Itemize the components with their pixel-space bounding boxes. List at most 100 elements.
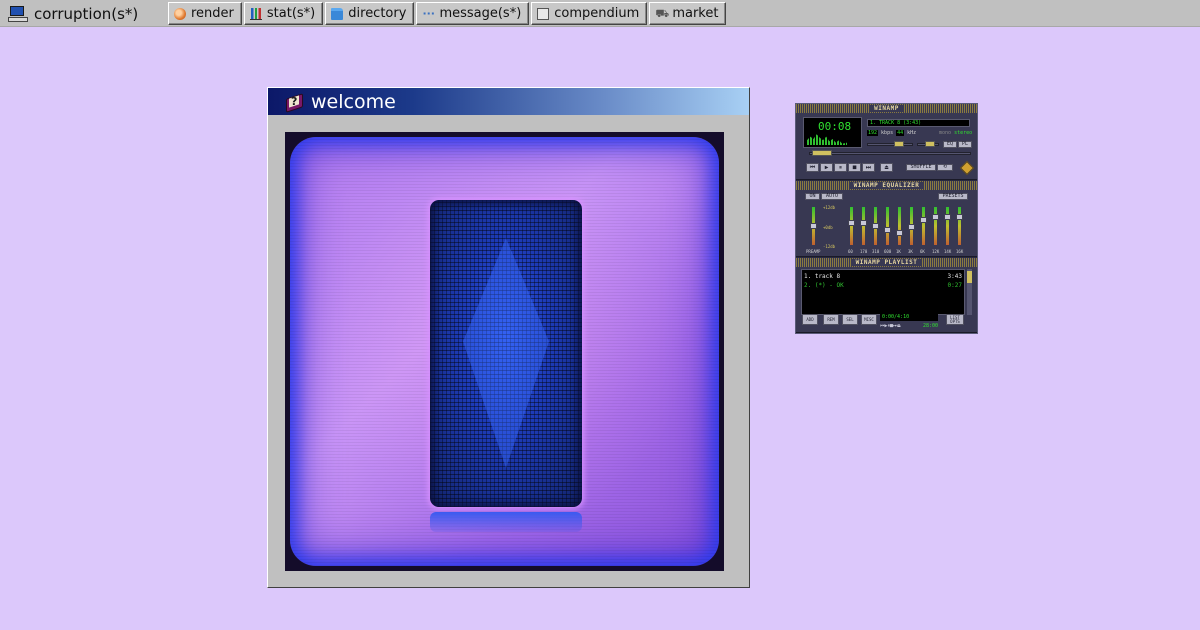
winamp-player: WINAMP 00:08 1. TRACK 8 (3:43) 192 kbps … xyxy=(795,103,978,334)
eq-band-slider[interactable] xyxy=(862,207,865,245)
eq-presets-button[interactable]: PRESETS xyxy=(938,193,968,200)
chart-icon xyxy=(249,7,262,20)
tab-label: compendium xyxy=(554,6,640,21)
winamp-visualizer xyxy=(807,134,847,145)
pl-titlebar[interactable]: WINAMP PLAYLIST xyxy=(796,258,977,267)
eq-band-label: 14K xyxy=(944,249,952,254)
pause-icon[interactable]: ⏸ xyxy=(834,163,847,172)
eq-on-button[interactable]: ON xyxy=(805,193,820,200)
playlist-item[interactable]: 2. (*) - OK 0:27 xyxy=(804,281,962,290)
eq-band-label: 16K xyxy=(956,249,964,254)
welcome-window: ? welcome xyxy=(267,87,750,588)
eq-band-knob[interactable] xyxy=(860,220,867,226)
eq-band-label: 12K xyxy=(932,249,940,254)
eq-band-label: 60 xyxy=(848,249,853,254)
pl-select-button[interactable]: SEL xyxy=(842,314,858,325)
pl-misc-button[interactable]: MISC xyxy=(861,314,877,325)
window-titlebar[interactable]: ? welcome xyxy=(268,88,749,115)
eq-band-knob[interactable] xyxy=(848,220,855,226)
eq-band-slider[interactable] xyxy=(922,207,925,245)
eq-band-knob[interactable] xyxy=(908,224,915,230)
previous-icon[interactable]: ⏮ xyxy=(806,163,819,172)
eq-band-slider[interactable] xyxy=(958,207,961,245)
winamp-time: 00:08 xyxy=(818,120,852,133)
eq-band-slider[interactable] xyxy=(898,207,901,245)
playlist-list: 1. track 8 3:43 2. (*) - OK 0:27 xyxy=(801,269,965,315)
eq-band-knob[interactable] xyxy=(920,217,927,223)
volume-slider[interactable] xyxy=(867,141,913,147)
artwork-image xyxy=(290,137,719,566)
winamp-main: WINAMP 00:08 1. TRACK 8 (3:43) 192 kbps … xyxy=(796,104,977,180)
eject-icon[interactable]: ⏏ xyxy=(880,163,893,172)
pl-time-display: 0:00/4:10 xyxy=(880,313,938,321)
eq-titlebar[interactable]: WINAMP EQUALIZER xyxy=(796,181,977,190)
eq-scale-mid: +0db xyxy=(823,225,833,230)
brand-label: corruption(s*) xyxy=(34,4,139,23)
pl-list-options-button[interactable]: LIST OPTS xyxy=(946,314,964,325)
eq-band-label: 3K xyxy=(908,249,913,254)
winamp-equalizer: WINAMP EQUALIZER ON AUTO PRESETS +12db +… xyxy=(796,181,977,257)
tab-messages[interactable]: ··· message(s*) xyxy=(416,2,530,25)
tab-label: directory xyxy=(348,6,407,21)
eq-band-label: 170 xyxy=(860,249,868,254)
next-icon[interactable]: ⏭ xyxy=(862,163,875,172)
help-book-icon: ? xyxy=(285,92,305,113)
taskbar: corruption(s*) render stat(s*) directory… xyxy=(0,0,1200,27)
playlist-item[interactable]: 1. track 8 3:43 xyxy=(804,272,962,281)
repeat-button[interactable]: ⟲ xyxy=(937,164,953,171)
eq-preamp-knob[interactable] xyxy=(810,223,817,229)
winamp-logo-icon[interactable] xyxy=(959,160,975,176)
artwork-frame xyxy=(285,132,724,571)
render-icon xyxy=(174,7,186,20)
balance-slider[interactable] xyxy=(917,141,939,147)
eq-band-knob[interactable] xyxy=(932,214,939,220)
eq-band-knob[interactable] xyxy=(956,214,963,220)
eq-band-label: 6K xyxy=(920,249,925,254)
speech-bubble-icon: ··· xyxy=(422,6,435,20)
eq-band-slider[interactable] xyxy=(946,207,949,245)
eq-auto-button[interactable]: AUTO xyxy=(821,193,843,200)
winamp-display: 00:08 xyxy=(803,117,862,148)
eq-band-slider[interactable] xyxy=(850,207,853,245)
eq-band-slider[interactable] xyxy=(934,207,937,245)
eq-band-knob[interactable] xyxy=(884,227,891,233)
document-icon xyxy=(537,7,550,20)
tab-compendium[interactable]: compendium xyxy=(531,2,648,25)
monolith-shape xyxy=(430,200,582,507)
tab-market[interactable]: ⛟ market xyxy=(649,2,727,25)
taskbar-tabs: render stat(s*) directory ··· message(s*… xyxy=(168,2,727,25)
tab-label: stat(s*) xyxy=(266,6,316,21)
shuffle-button[interactable]: SHUFFLE xyxy=(906,164,936,171)
play-icon[interactable]: ▶ xyxy=(820,163,833,172)
tab-label: market xyxy=(672,6,719,21)
cart-icon: ⛟ xyxy=(655,6,670,20)
eq-band-knob[interactable] xyxy=(944,214,951,220)
pl-mini-controls: ⏮▶⏸■⏭⏏ 28:00 xyxy=(880,323,938,329)
playlist-scrollbar[interactable] xyxy=(967,269,972,315)
eq-band-knob[interactable] xyxy=(872,223,879,229)
winamp-track-display: 1. TRACK 8 (3:43) xyxy=(867,119,970,127)
tab-directory[interactable]: directory xyxy=(325,2,415,25)
pl-toggle-button[interactable]: PL xyxy=(958,141,972,148)
eq-scale-top: +12db xyxy=(823,205,836,210)
eq-band-knob[interactable] xyxy=(896,230,903,236)
tab-label: message(s*) xyxy=(439,6,522,21)
tab-stats[interactable]: stat(s*) xyxy=(243,2,324,25)
pl-clock: 28:00 xyxy=(922,323,938,329)
eq-scale-bottom: -12db xyxy=(823,244,836,249)
winamp-titlebar[interactable]: WINAMP xyxy=(796,104,977,113)
brand[interactable]: corruption(s*) xyxy=(8,2,138,25)
eq-band-slider[interactable] xyxy=(886,207,889,245)
winamp-stereo: mono stereo xyxy=(939,130,973,136)
tab-label: render xyxy=(191,6,234,21)
pl-remove-button[interactable]: REM xyxy=(823,314,839,325)
computer-icon xyxy=(8,5,28,23)
tab-render[interactable]: render xyxy=(168,2,242,25)
seek-bar[interactable] xyxy=(809,150,971,156)
transport-controls: ⏮ ▶ ⏸ ■ ⏭ ⏏ xyxy=(806,163,893,172)
folder-icon xyxy=(331,7,344,20)
eq-toggle-button[interactable]: EQ xyxy=(943,141,957,148)
pl-add-button[interactable]: ADD xyxy=(802,314,818,325)
stop-icon[interactable]: ■ xyxy=(848,163,861,172)
eq-preamp-label: PREAMP xyxy=(806,249,821,254)
